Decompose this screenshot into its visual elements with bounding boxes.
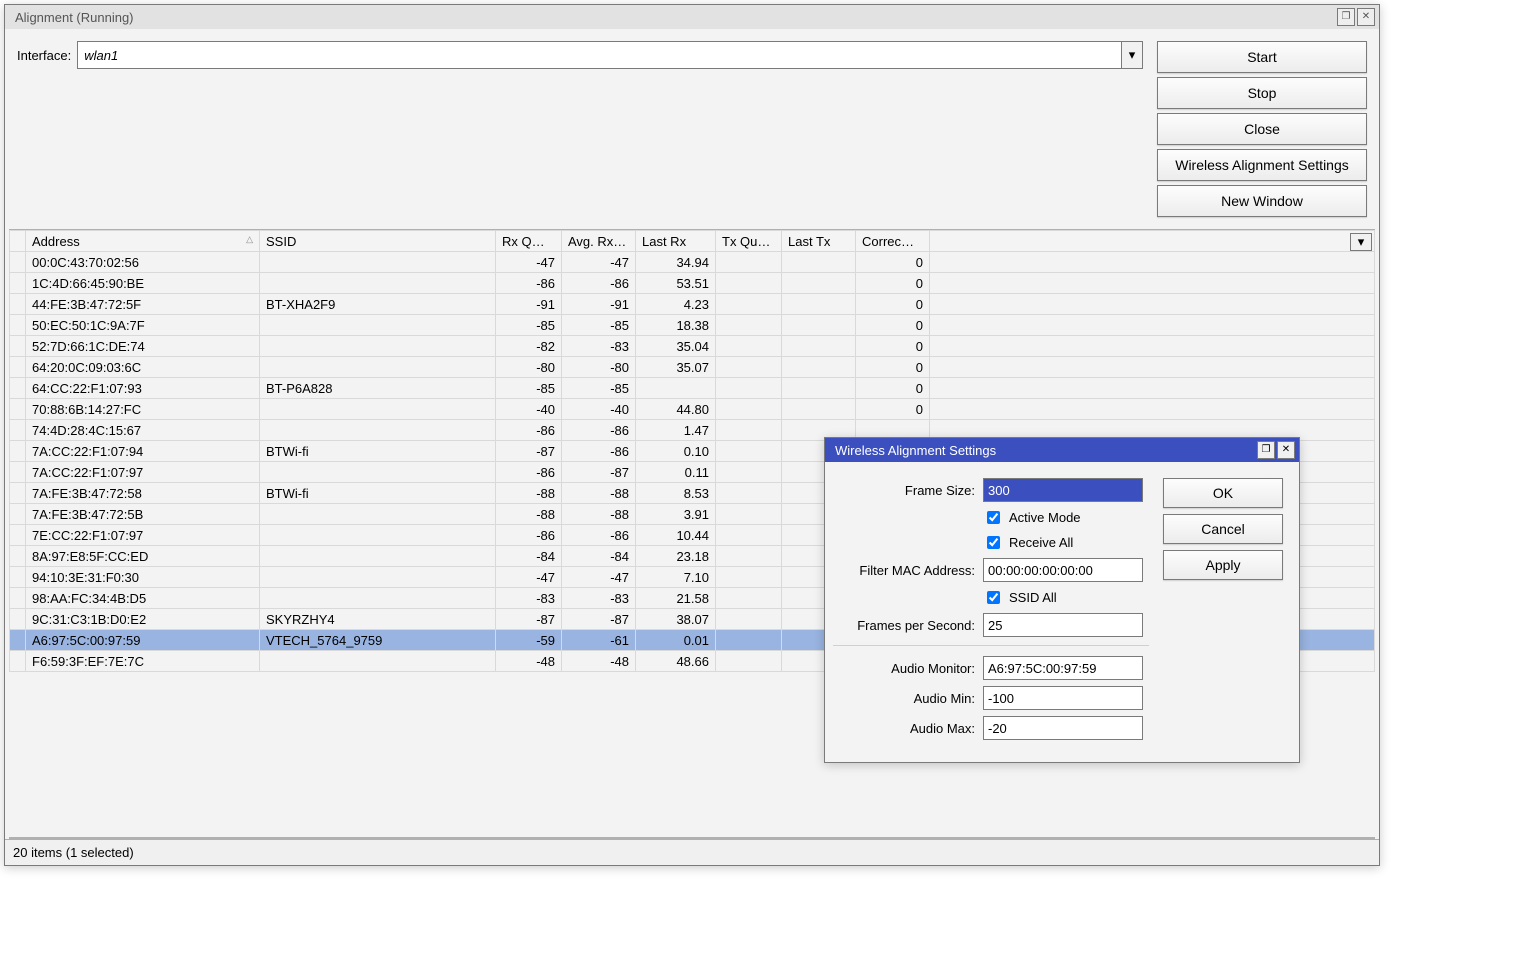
columns-dropdown-button[interactable]: ▾	[1350, 233, 1372, 251]
table-row[interactable]: 1C:4D:66:45:90:BE-86-8653.510	[10, 273, 1375, 294]
start-button[interactable]: Start	[1157, 41, 1367, 73]
receive-all-input[interactable]	[987, 536, 1000, 549]
settings-form: Frame Size: Active Mode Receive All Filt…	[833, 478, 1149, 746]
interface-dropdown-button[interactable]: ▾	[1121, 41, 1143, 69]
settings-maximize-button[interactable]: ❐	[1257, 441, 1275, 459]
receive-all-checkbox[interactable]: Receive All	[983, 533, 1073, 552]
fps-input[interactable]	[983, 613, 1143, 637]
col-lastrx[interactable]: Last Rx	[636, 231, 716, 252]
settings-titlebar: Wireless Alignment Settings ❐ ✕	[825, 438, 1299, 462]
table-row[interactable]: 70:88:6B:14:27:FC-40-4044.800	[10, 399, 1375, 420]
form-divider	[833, 645, 1149, 646]
col-txq[interactable]: Tx Qu…	[716, 231, 782, 252]
alignment-title: Alignment (Running)	[15, 10, 134, 25]
audio-monitor-label: Audio Monitor:	[833, 661, 983, 676]
close-window-button[interactable]: Close	[1157, 113, 1367, 145]
frame-size-input[interactable]	[983, 478, 1143, 502]
filter-mac-input[interactable]	[983, 558, 1143, 582]
apply-button[interactable]: Apply	[1163, 550, 1283, 580]
table-row[interactable]: 64:20:0C:09:03:6C-80-8035.070	[10, 357, 1375, 378]
col-blank[interactable]	[10, 231, 26, 252]
ssid-all-checkbox[interactable]: SSID All	[983, 588, 1057, 607]
settings-dialog: Wireless Alignment Settings ❐ ✕ Frame Si…	[824, 437, 1300, 763]
sort-asc-icon: △	[246, 234, 253, 245]
ok-button[interactable]: OK	[1163, 478, 1283, 508]
filter-mac-label: Filter MAC Address:	[833, 563, 983, 578]
active-mode-input[interactable]	[987, 511, 1000, 524]
col-rest[interactable]: ▾	[930, 231, 1375, 252]
stop-button[interactable]: Stop	[1157, 77, 1367, 109]
audio-min-input[interactable]	[983, 686, 1143, 710]
table-row[interactable]: 50:EC:50:1C:9A:7F-85-8518.380	[10, 315, 1375, 336]
alignment-titlebar: Alignment (Running) ❐ ✕	[5, 5, 1379, 29]
table-row[interactable]: 52:7D:66:1C:DE:74-82-8335.040	[10, 336, 1375, 357]
close-button[interactable]: ✕	[1357, 8, 1375, 26]
col-ssid[interactable]: SSID	[260, 231, 496, 252]
settings-button[interactable]: Wireless Alignment Settings	[1157, 149, 1367, 181]
statusbar: 20 items (1 selected)	[5, 839, 1379, 865]
audio-max-label: Audio Max:	[833, 721, 983, 736]
col-address[interactable]: Address△	[26, 231, 260, 252]
settings-close-button[interactable]: ✕	[1277, 441, 1295, 459]
audio-monitor-input[interactable]	[983, 656, 1143, 680]
chevron-down-icon: ▾	[1129, 47, 1136, 63]
cancel-button[interactable]: Cancel	[1163, 514, 1283, 544]
active-mode-checkbox[interactable]: Active Mode	[983, 508, 1081, 527]
ssid-all-input[interactable]	[987, 591, 1000, 604]
table-row[interactable]: 44:FE:3B:47:72:5FBT-XHA2F9-91-914.230	[10, 294, 1375, 315]
interface-label: Interface:	[17, 48, 71, 63]
toolbar: Interface: wlan1 ▾ Start Stop Close Wire…	[5, 29, 1379, 221]
status-text: 20 items (1 selected)	[13, 845, 134, 860]
table-row[interactable]: 00:0C:43:70:02:56-47-4734.940	[10, 252, 1375, 273]
table-header-row: Address△ SSID Rx Q… Avg. Rx… Last Rx Tx …	[10, 231, 1375, 252]
col-correc[interactable]: Correc…	[856, 231, 930, 252]
audio-min-label: Audio Min:	[833, 691, 983, 706]
col-avgrx[interactable]: Avg. Rx…	[562, 231, 636, 252]
fps-label: Frames per Second:	[833, 618, 983, 633]
interface-value: wlan1	[84, 48, 118, 63]
interface-field[interactable]: wlan1	[77, 41, 1122, 69]
frame-size-label: Frame Size:	[833, 483, 983, 498]
new-window-button[interactable]: New Window	[1157, 185, 1367, 217]
settings-title: Wireless Alignment Settings	[835, 443, 996, 458]
table-row[interactable]: 64:CC:22:F1:07:93BT-P6A828-85-850	[10, 378, 1375, 399]
maximize-button[interactable]: ❐	[1337, 8, 1355, 26]
col-rxq[interactable]: Rx Q…	[496, 231, 562, 252]
audio-max-input[interactable]	[983, 716, 1143, 740]
col-lasttx[interactable]: Last Tx	[782, 231, 856, 252]
